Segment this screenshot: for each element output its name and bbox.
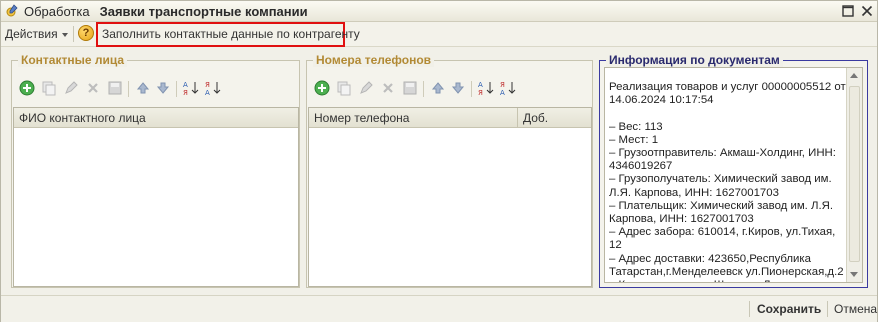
svg-text:A: A <box>478 81 483 89</box>
scroll-thumb[interactable] <box>849 86 860 262</box>
footer-divider <box>827 301 828 317</box>
maximize-icon[interactable] <box>841 4 855 18</box>
title-doc: Заявки транспортные компании <box>99 4 308 19</box>
title-app: Обработка <box>24 4 90 19</box>
column-header-phone[interactable]: Номер телефона <box>309 108 517 128</box>
document-info-text: Реализация товаров и услуг 00000005512 о… <box>609 81 846 282</box>
window-title: Обработка Заявки транспортные компании <box>24 4 308 19</box>
phones-group-title: Номера телефонов <box>313 53 435 67</box>
copy-icon[interactable] <box>40 79 58 97</box>
edit-icon[interactable] <box>62 79 80 97</box>
sort-desc-icon[interactable]: ЯA <box>499 79 517 97</box>
svg-text:Я: Я <box>500 81 505 89</box>
delete-icon[interactable] <box>379 79 397 97</box>
title-bar: Обработка Заявки транспортные компании <box>1 1 877 22</box>
copy-icon[interactable] <box>335 79 353 97</box>
move-up-icon[interactable] <box>429 79 447 97</box>
contacts-table-header: ФИО контактного лица <box>14 108 298 128</box>
toolbar-divider <box>176 81 177 97</box>
save-button[interactable]: Сохранить <box>757 302 821 316</box>
add-icon[interactable] <box>18 79 36 97</box>
phones-table-header: Номер телефона Доб. <box>309 108 591 128</box>
save-icon[interactable] <box>106 79 124 97</box>
move-down-icon[interactable] <box>449 79 467 97</box>
sort-desc-icon[interactable]: ЯA <box>204 79 222 97</box>
contacts-toolbar: AЯ ЯA <box>18 79 258 101</box>
phones-group: Номера телефонов AЯ ЯA Номер телефона До… <box>306 53 593 288</box>
contacts-table[interactable]: ФИО контактного лица <box>13 107 299 287</box>
document-info-title: Информация по документам <box>606 53 783 67</box>
svg-text:A: A <box>205 89 210 97</box>
toolbar-divider <box>73 26 74 42</box>
delete-icon[interactable] <box>84 79 102 97</box>
sort-asc-icon[interactable]: AЯ <box>477 79 495 97</box>
close-icon[interactable] <box>860 4 874 18</box>
document-info-textbox[interactable]: Реализация товаров и услуг 00000005512 о… <box>604 67 863 283</box>
svg-text:Я: Я <box>205 81 210 89</box>
svg-text:Я: Я <box>183 89 188 97</box>
chevron-down-icon <box>61 32 68 37</box>
add-icon[interactable] <box>313 79 331 97</box>
footer-divider <box>749 301 750 317</box>
save-icon[interactable] <box>401 79 419 97</box>
edit-icon[interactable] <box>357 79 375 97</box>
cancel-button[interactable]: Отмена <box>834 302 877 316</box>
scroll-up-icon[interactable] <box>850 73 858 78</box>
toolbar-divider <box>471 81 472 97</box>
processing-window: Обработка Заявки транспортные компании Де… <box>0 0 878 322</box>
fill-contact-data-button[interactable]: Заполнить контактные данные по контраген… <box>96 22 360 47</box>
contacts-group-title: Контактные лица <box>18 53 128 67</box>
command-bar: Действия ? Заполнить контактные данные п… <box>1 22 877 47</box>
help-button[interactable]: ? <box>78 25 94 41</box>
toolbar-divider <box>423 81 424 97</box>
column-header-contact-name[interactable]: ФИО контактного лица <box>14 108 298 128</box>
contacts-group: Контактные лица AЯ ЯA ФИО контактного ли… <box>11 53 300 288</box>
vertical-scrollbar[interactable] <box>846 68 862 282</box>
column-header-extension[interactable]: Доб. <box>517 108 591 128</box>
toolbar-divider <box>128 81 129 97</box>
footer-bar: Сохранить Отмена <box>1 295 877 322</box>
phones-table[interactable]: Номер телефона Доб. <box>308 107 592 287</box>
sort-asc-icon[interactable]: AЯ <box>182 79 200 97</box>
actions-menu-button[interactable]: Действия <box>5 26 68 42</box>
svg-text:Я: Я <box>478 89 483 97</box>
phones-toolbar: AЯ ЯA <box>313 79 553 101</box>
processing-icon <box>6 4 18 17</box>
svg-text:A: A <box>183 81 188 89</box>
move-up-icon[interactable] <box>134 79 152 97</box>
move-down-icon[interactable] <box>154 79 172 97</box>
actions-label: Действия <box>5 27 58 41</box>
scroll-down-icon[interactable] <box>850 272 858 277</box>
svg-text:A: A <box>500 89 505 97</box>
